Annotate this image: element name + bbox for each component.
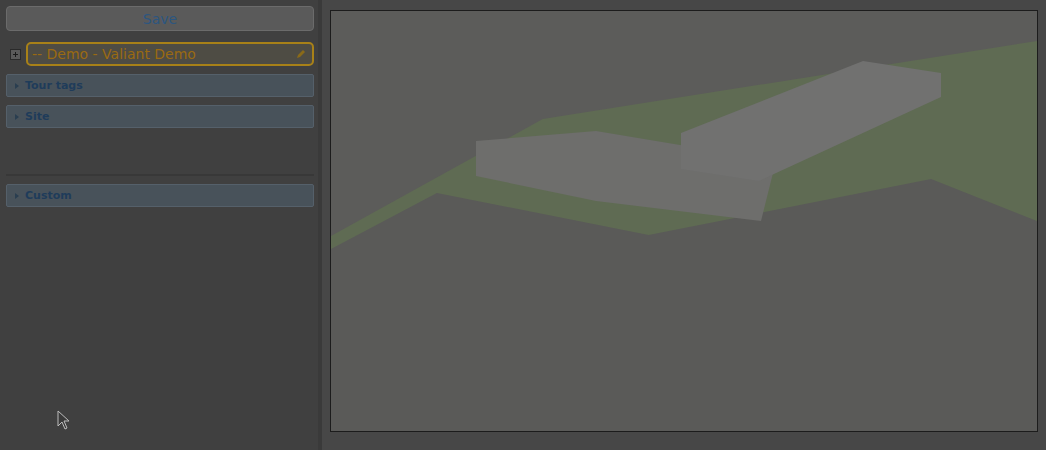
save-button[interactable]: Save [6,6,314,31]
screen: Save -- Demo - Valiant Demo Tour tags Site C… [0,0,1046,450]
triangle-icon [15,193,19,199]
section: Tour tags [6,74,314,97]
tree-label: -- Demo - Valiant Demo [32,46,196,62]
building-rendering [330,10,1038,432]
section: Site [6,105,314,176]
pencil-icon[interactable] [296,49,306,59]
section-label: Tour tags [25,79,83,92]
triangle-icon [15,83,19,89]
section-header[interactable]: Site [6,105,314,128]
section: Custom [6,184,314,207]
sidebar: Save -- Demo - Valiant Demo Tour tags Site C… [0,0,322,450]
main-area [322,0,1046,450]
tree-field[interactable]: -- Demo - Valiant Demo [26,42,314,66]
triangle-icon [15,114,19,120]
section-label: Custom [25,189,72,202]
mouse-cursor-icon [57,410,71,430]
tree-item[interactable]: -- Demo - Valiant Demo [6,42,314,66]
section-header[interactable]: Custom [6,184,314,207]
section-label: Site [25,110,49,123]
section-body [6,128,314,176]
plus-box-icon[interactable] [10,49,21,60]
section-header[interactable]: Tour tags [6,74,314,97]
